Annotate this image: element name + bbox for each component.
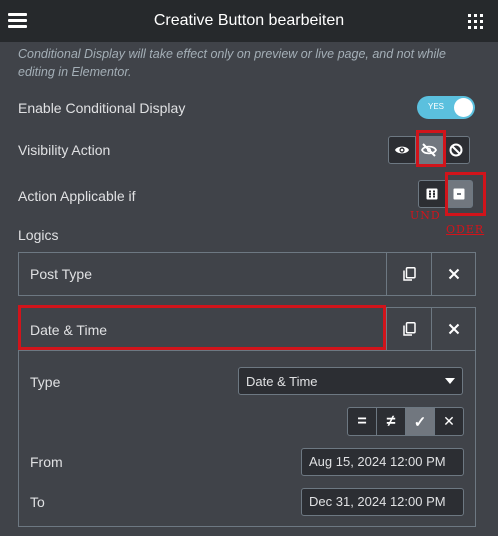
copy-icon <box>402 267 416 281</box>
annotation-und-text: UND <box>410 209 441 222</box>
widgets-grid-icon[interactable] <box>468 14 483 29</box>
logic-item-post-type[interactable]: Post Type <box>18 252 476 296</box>
show-option-button[interactable] <box>388 136 416 164</box>
logics-title: Logics <box>18 227 59 243</box>
from-label: From <box>30 454 63 470</box>
copy-icon <box>402 322 416 336</box>
type-label: Type <box>30 374 61 390</box>
section-divider <box>19 350 475 351</box>
close-icon <box>448 323 460 335</box>
all-conditions-button[interactable] <box>418 180 446 208</box>
panel-title: Creative Button bearbeiten <box>153 12 345 29</box>
all-icon <box>426 188 438 200</box>
type-select-value: Date & Time <box>246 374 318 389</box>
operator-not-equals-button[interactable]: ≠ <box>376 407 406 436</box>
annotation-box-hide <box>416 130 446 167</box>
conditional-display-note: Conditional Display will take effect onl… <box>18 47 447 79</box>
to-label: To <box>30 494 45 510</box>
operator-equals-button[interactable]: = <box>347 407 377 436</box>
toggle-yes-text: YES <box>428 102 445 111</box>
enable-display-label: Enable Conditional Display <box>18 100 186 116</box>
chevron-down-icon <box>445 378 455 384</box>
close-icon <box>448 268 460 280</box>
logic-item-label: Post Type <box>30 266 93 282</box>
ban-icon <box>449 143 463 157</box>
eye-icon <box>395 146 409 154</box>
annotation-box-any <box>445 172 486 216</box>
from-date-field[interactable]: Aug 15, 2024 12:00 PM <box>301 448 464 476</box>
annotation-box-date-time <box>18 305 386 350</box>
visibility-action-label: Visibility Action <box>18 142 111 158</box>
to-date-field[interactable]: Dec 31, 2024 12:00 PM <box>301 488 464 516</box>
toggle-knob <box>454 98 473 117</box>
action-applicable-label: Action Applicable if <box>18 188 136 204</box>
duplicate-button[interactable] <box>387 253 431 295</box>
operator-group: = ≠ ✓ ✕ <box>347 407 464 436</box>
operator-between-button[interactable]: ✓ <box>405 407 435 436</box>
enable-display-toggle[interactable]: YES <box>417 96 475 119</box>
annotation-oder-text: ODER <box>446 223 485 236</box>
disable-option-button[interactable] <box>442 136 470 164</box>
type-select[interactable]: Date & Time <box>238 367 463 395</box>
duplicate-button[interactable] <box>387 308 431 350</box>
operator-not-between-button[interactable]: ✕ <box>434 407 464 436</box>
remove-button[interactable] <box>432 253 476 295</box>
remove-button[interactable] <box>432 308 476 350</box>
